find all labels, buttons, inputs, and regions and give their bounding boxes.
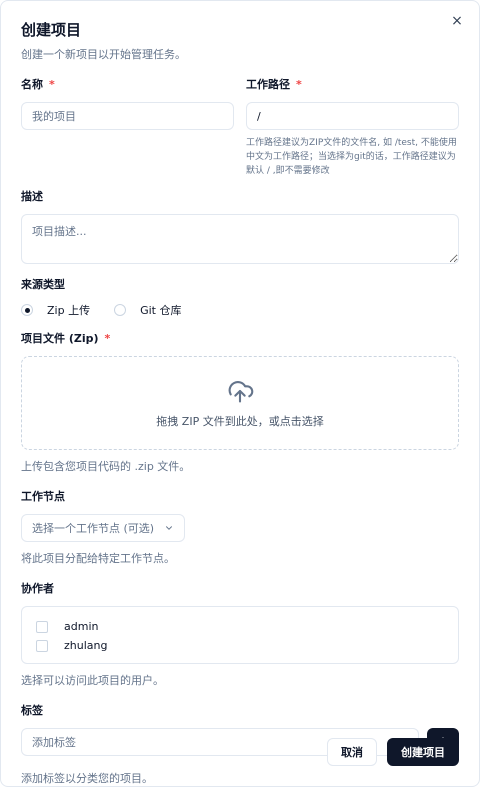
tags-label: 标签	[21, 704, 43, 717]
required-mark: *	[104, 332, 111, 345]
project-file-helper: 上传包含您项目代码的 .zip 文件。	[21, 460, 191, 473]
checkbox[interactable]	[36, 639, 48, 652]
path-label: 工作路径 *	[246, 78, 302, 91]
dialog-footer: 取消 创建项目	[327, 738, 459, 766]
name-input[interactable]	[21, 102, 234, 130]
radio-checked-icon[interactable]	[21, 304, 33, 316]
chevron-down-icon	[166, 526, 172, 530]
name-path-row: 名称* 工作路径* 工作路径建议为ZIP文件的文件名, 如 /test, 不能使…	[21, 76, 459, 178]
path-field-group: 工作路径* 工作路径建议为ZIP文件的文件名, 如 /test, 不能使用中文为…	[246, 76, 459, 178]
checkbox[interactable]	[36, 620, 48, 633]
collaborators-helper: 选择可以访问此项目的用户。	[21, 674, 164, 687]
collaborators-group: 协作者 admin zhulang 选择可以访问此项目的用户。	[21, 580, 459, 688]
dialog-title: 创建项目	[21, 21, 82, 39]
source-type-label: 来源类型	[21, 278, 65, 291]
dialog-subtitle: 创建一个新项目以开始管理任务。	[21, 48, 186, 61]
description-textarea[interactable]	[21, 214, 459, 264]
create-project-dialog: × 创建项目 创建一个新项目以开始管理任务。 名称* 工作路径* 工作路径建议为…	[0, 0, 480, 787]
description-label: 描述	[21, 190, 43, 203]
create-project-button[interactable]: 创建项目	[387, 738, 459, 766]
work-node-select[interactable]: 选择一个工作节点 (可选)	[21, 514, 185, 542]
collaborators-list: admin zhulang	[21, 606, 459, 664]
dropzone-text: 拖拽 ZIP 文件到此处，或点击选择	[156, 415, 324, 428]
work-node-helper: 将此项目分配给特定工作节点。	[21, 552, 175, 565]
name-label: 名称 *	[21, 78, 55, 91]
radio-zip-upload[interactable]: Zip 上传	[21, 302, 90, 318]
cloud-upload-icon	[228, 381, 254, 403]
radio-unchecked-icon[interactable]	[114, 304, 127, 316]
collaborators-label: 协作者	[21, 582, 54, 595]
required-mark: *	[49, 78, 55, 91]
collaborator-item[interactable]: admin	[36, 617, 444, 636]
tags-helper: 添加标签以分类您的项目。	[21, 772, 153, 785]
work-node-placeholder: 选择一个工作节点 (可选)	[32, 522, 155, 535]
source-type-radio-group: Zip 上传 Git 仓库	[21, 302, 459, 318]
path-input[interactable]	[246, 102, 459, 130]
cancel-button[interactable]: 取消	[327, 738, 377, 766]
close-icon[interactable]: ×	[449, 13, 465, 29]
required-mark: *	[296, 78, 302, 91]
radio-label: Git 仓库	[140, 304, 182, 317]
description-group: 描述	[21, 188, 459, 268]
work-node-label: 工作节点	[21, 490, 65, 503]
name-field-group: 名称 *	[21, 76, 234, 178]
collaborator-name: zhulang	[64, 639, 108, 652]
radio-git-repo[interactable]: Git 仓库	[114, 302, 181, 318]
collaborator-name: admin	[64, 620, 99, 633]
project-file-group: 项目文件 (Zip) * 拖拽 ZIP 文件到此处，或点击选择 上传包含您项目代码…	[21, 330, 459, 474]
collaborator-item[interactable]: zhulang	[36, 636, 444, 655]
radio-label: Zip 上传	[47, 304, 91, 317]
source-type-group: 来源类型 Zip 上传 Git 仓库	[21, 276, 459, 318]
project-file-label: 项目文件 (Zip) *	[21, 332, 111, 345]
work-node-group: 工作节点 选择一个工作节点 (可选) 将此项目分配给特定工作节点。	[21, 488, 459, 566]
path-hint: 工作路径建议为ZIP文件的文件名, 如 /test, 不能使用中文为工作路径；当…	[246, 138, 457, 176]
zip-dropzone[interactable]: 拖拽 ZIP 文件到此处，或点击选择	[21, 356, 459, 450]
